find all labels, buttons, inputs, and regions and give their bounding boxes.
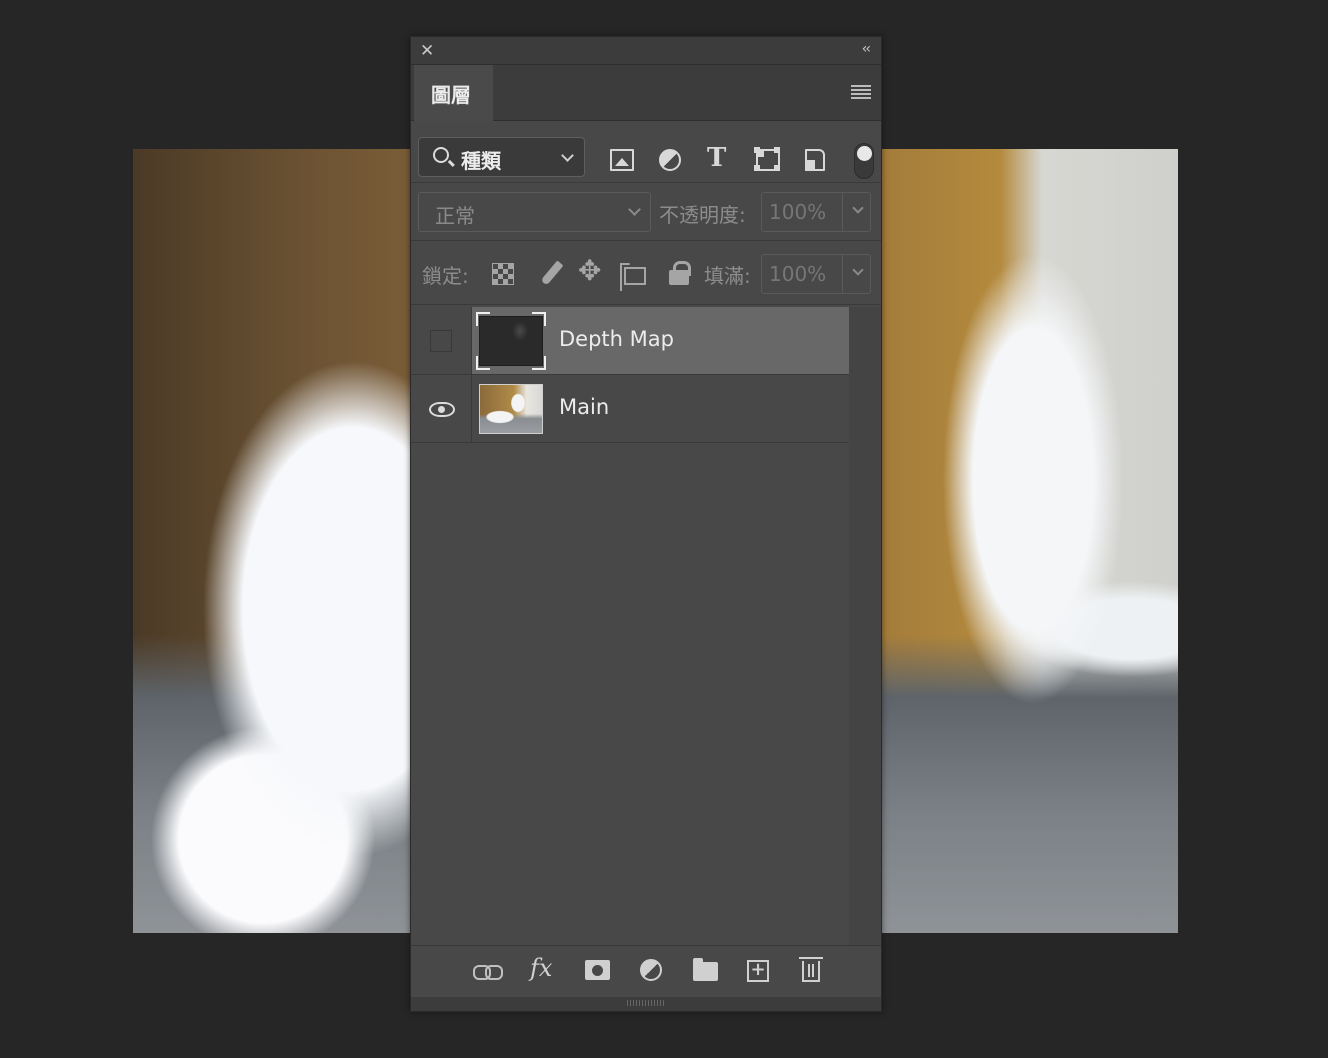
filter-kind-select[interactable]: 種類 [418,137,585,177]
group-folder-icon[interactable] [693,958,718,981]
shape-filter-icon[interactable] [754,147,780,171]
fill-label: 填滿: [704,264,751,288]
panel-tab-row: 圖層 [411,65,881,121]
trash-icon[interactable] [799,957,823,982]
filter-toggle[interactable] [854,143,874,179]
blend-row: 正常 不透明度: 100% [411,183,881,241]
chevron-down-icon[interactable] [852,264,864,276]
collapse-icon[interactable]: ‹‹ [862,41,871,57]
layer-name[interactable]: Main [559,395,609,419]
lock-row: 鎖定: ✥ 填滿: 100% [411,241,881,305]
lock-label: 鎖定: [422,264,469,288]
chevron-down-icon [561,149,574,162]
visibility-toggle[interactable] [411,375,472,442]
panel-menu-icon[interactable] [851,85,871,101]
layer-thumbnail[interactable] [476,312,546,370]
visibility-off-box[interactable] [430,330,452,352]
lock-artboard-icon[interactable] [624,267,646,285]
adjustment-filter-icon[interactable] [659,149,681,171]
blend-mode-value: 正常 [435,204,475,228]
lock-position-move-icon[interactable]: ✥ [578,257,601,285]
layer-row-main[interactable]: Main [411,375,849,443]
search-icon [433,147,449,163]
blend-mode-select[interactable]: 正常 [418,192,651,232]
chevron-down-icon [628,203,641,216]
opacity-value: 100% [769,200,827,224]
lock-pixels-brush-icon[interactable] [540,260,564,286]
image-filter-icon[interactable] [610,149,634,171]
filter-row: 種類 T [411,121,881,183]
adjustment-layer-icon[interactable] [640,959,662,981]
smart-object-filter-icon[interactable] [805,149,825,171]
filter-kind-label: 種類 [461,149,501,173]
panel-bottom-toolbar: fx + [411,945,881,997]
fx-icon[interactable]: fx [530,954,552,982]
layer-name[interactable]: Depth Map [559,327,674,351]
scrollbar[interactable] [849,307,881,945]
eye-icon[interactable] [429,402,455,417]
layer-row-depth-map[interactable]: Depth Map [411,307,849,375]
opacity-field[interactable]: 100% [761,192,871,232]
lock-all-icon[interactable] [669,261,691,285]
type-filter-icon[interactable]: T [707,143,731,173]
close-icon[interactable]: ✕ [420,41,434,61]
new-layer-icon[interactable]: + [747,960,769,982]
layers-panel: ✕ ‹‹ 圖層 種類 T 正常 不透明度: 100% 鎖定: ✥ 填滿: 100… [410,36,882,1012]
layer-thumbnail[interactable] [479,384,543,434]
link-icon[interactable] [473,965,503,980]
resize-grip[interactable] [411,997,881,1011]
fill-value: 100% [769,262,827,286]
mask-icon[interactable] [585,960,610,980]
layers-list: Depth Map Main [411,307,881,945]
opacity-label: 不透明度: [659,203,746,227]
fill-field[interactable]: 100% [761,254,871,294]
visibility-toggle[interactable] [411,307,472,374]
chevron-down-icon[interactable] [852,202,864,214]
panel-titlebar: ✕ ‹‹ [411,37,881,65]
tab-layers[interactable]: 圖層 [414,65,493,121]
lock-transparency-icon[interactable] [492,263,514,285]
